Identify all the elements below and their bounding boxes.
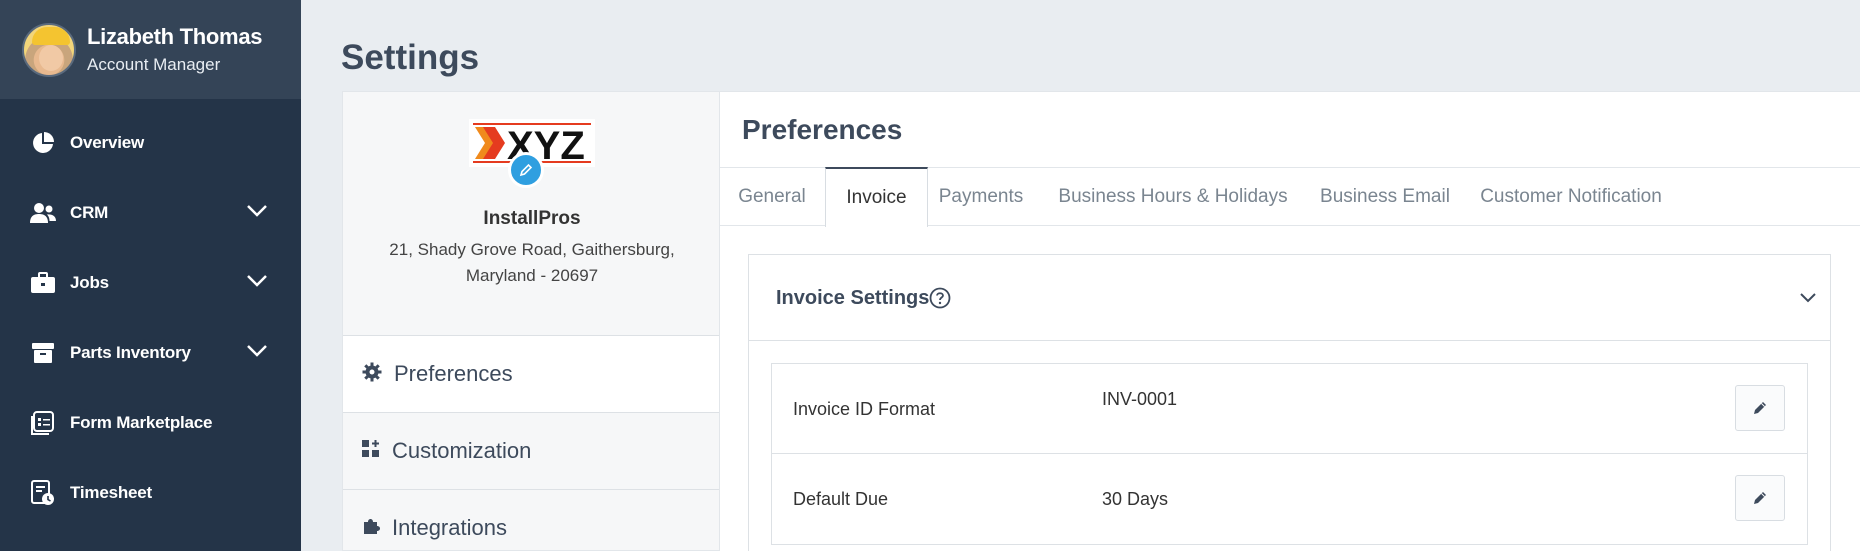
- chevron-down-icon[interactable]: [246, 204, 268, 223]
- chevron-down-icon[interactable]: [1799, 291, 1817, 309]
- sidebar-item-timesheet[interactable]: Timesheet: [0, 458, 301, 528]
- tab-customer-notification[interactable]: Customer Notification: [1476, 168, 1666, 226]
- sidebar-item-overview[interactable]: Overview: [0, 108, 301, 178]
- sidebar-item-label: Parts Inventory: [70, 343, 191, 362]
- form-icon: [30, 410, 56, 436]
- edit-invoice-id-format-button[interactable]: [1735, 385, 1785, 431]
- widgets-icon: [362, 439, 380, 463]
- settings-menu-label: Preferences: [394, 361, 513, 386]
- settings-menu-customization[interactable]: Customization: [343, 412, 719, 489]
- sidebar-item-form-marketplace[interactable]: Form Marketplace: [0, 388, 301, 458]
- pencil-icon: [1754, 402, 1766, 414]
- sidebar-item-crm[interactable]: CRM: [0, 178, 301, 248]
- preferences-panel: Preferences General Invoice Payments Bus…: [720, 91, 1860, 551]
- user-role: Account Manager: [87, 55, 221, 74]
- archive-box-icon: [30, 340, 56, 366]
- company-name: InstallPros: [483, 208, 581, 229]
- preferences-title: Preferences: [742, 114, 903, 145]
- settings-menu-label: Integrations: [392, 515, 507, 540]
- avatar: [22, 22, 76, 77]
- users-icon: [30, 200, 56, 226]
- default-due-value: 30 Days: [1102, 489, 1169, 509]
- pencil-icon: [519, 163, 533, 177]
- invoice-settings-title: Invoice Settings: [776, 287, 930, 309]
- pencil-icon: [1754, 492, 1766, 504]
- sidebar-item-parts-inventory[interactable]: Parts Inventory: [0, 318, 301, 388]
- user-name: Lizabeth Thomas: [87, 24, 263, 49]
- tab-business-hours-holidays[interactable]: Business Hours & Holidays: [1054, 168, 1292, 226]
- edit-default-due-button[interactable]: [1735, 475, 1785, 521]
- company-address-line1: 21, Shady Grove Road, Gaithersburg,: [389, 240, 675, 259]
- sidebar-item-label: Jobs: [70, 273, 109, 292]
- page-title: Settings: [341, 38, 480, 77]
- sidebar-item-label: Form Marketplace: [70, 413, 213, 432]
- timesheet-icon: [30, 480, 56, 506]
- company-address-line2: Maryland - 20697: [465, 266, 599, 285]
- sidebar-nav: Overview CRM Jobs Parts Inventory Form M…: [0, 108, 301, 528]
- briefcase-icon: [30, 270, 56, 296]
- settings-menu-preferences[interactable]: Preferences: [343, 335, 719, 412]
- invoice-settings-header[interactable]: Invoice Settings: [749, 255, 1830, 341]
- tab-payments[interactable]: Payments: [928, 168, 1034, 226]
- invoice-settings-rows: Invoice ID Format INV-0001 Default Due 3…: [771, 363, 1808, 545]
- table-row: Invoice ID Format INV-0001: [772, 364, 1807, 454]
- sidebar: Lizabeth Thomas Account Manager Overview…: [0, 0, 301, 551]
- default-due-label: Default Due: [793, 489, 889, 509]
- user-profile[interactable]: Lizabeth Thomas Account Manager: [0, 0, 301, 99]
- settings-menu-integrations[interactable]: Integrations: [343, 489, 719, 551]
- company-address: 21, Shady Grove Road, Gaithersburg, Mary…: [343, 237, 721, 289]
- tab-business-email[interactable]: Business Email: [1318, 168, 1452, 226]
- company-panel: XYZ InstallPros 21, Shady Grove Road, Ga…: [342, 91, 720, 551]
- gear-icon: [362, 362, 382, 387]
- edit-logo-button[interactable]: [508, 152, 544, 188]
- tab-invoice[interactable]: Invoice: [825, 167, 928, 227]
- chevron-down-icon[interactable]: [246, 344, 268, 363]
- invoice-id-format-value: INV-0001: [1102, 389, 1178, 409]
- invoice-settings-card: Invoice Settings Invoice ID Format INV-0…: [748, 254, 1831, 551]
- settings-menu-label: Customization: [392, 438, 532, 463]
- help-icon[interactable]: [929, 287, 951, 314]
- sidebar-item-label: Timesheet: [70, 483, 152, 502]
- table-row: Default Due 30 Days: [772, 454, 1807, 544]
- sidebar-item-label: Overview: [70, 133, 145, 152]
- tab-general[interactable]: General: [720, 168, 824, 226]
- chevron-down-icon[interactable]: [246, 274, 268, 293]
- sidebar-item-label: CRM: [70, 203, 109, 222]
- sidebar-item-jobs[interactable]: Jobs: [0, 248, 301, 318]
- invoice-id-format-label: Invoice ID Format: [793, 399, 936, 419]
- preferences-tabs: General Invoice Payments Business Hours …: [720, 167, 1860, 227]
- pie-chart-icon: [30, 130, 56, 156]
- puzzle-icon: [362, 517, 380, 540]
